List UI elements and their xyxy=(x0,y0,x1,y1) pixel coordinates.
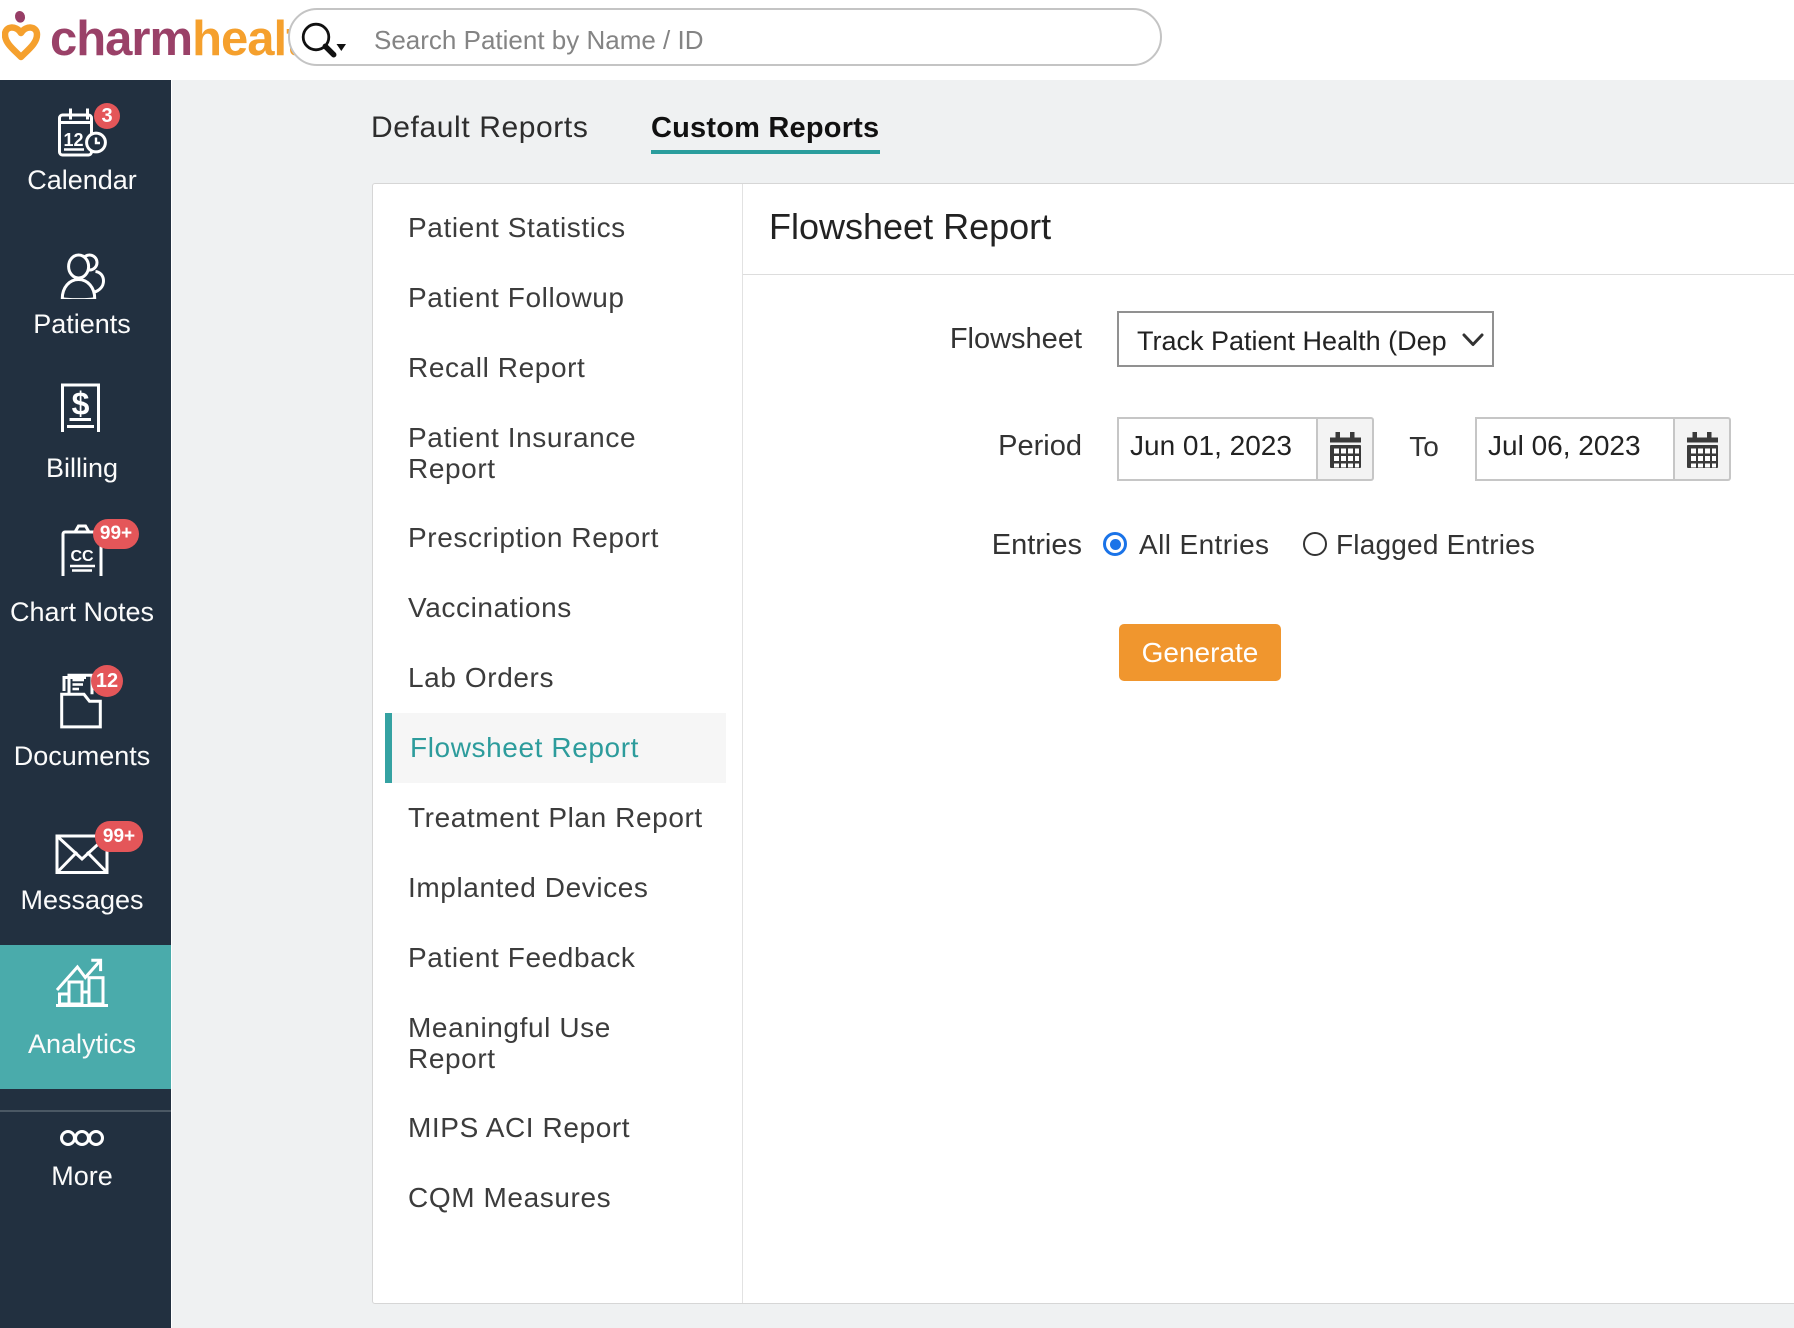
svg-text:CC: CC xyxy=(70,548,94,565)
svg-text:12: 12 xyxy=(63,130,83,150)
svg-text:$: $ xyxy=(72,386,90,422)
